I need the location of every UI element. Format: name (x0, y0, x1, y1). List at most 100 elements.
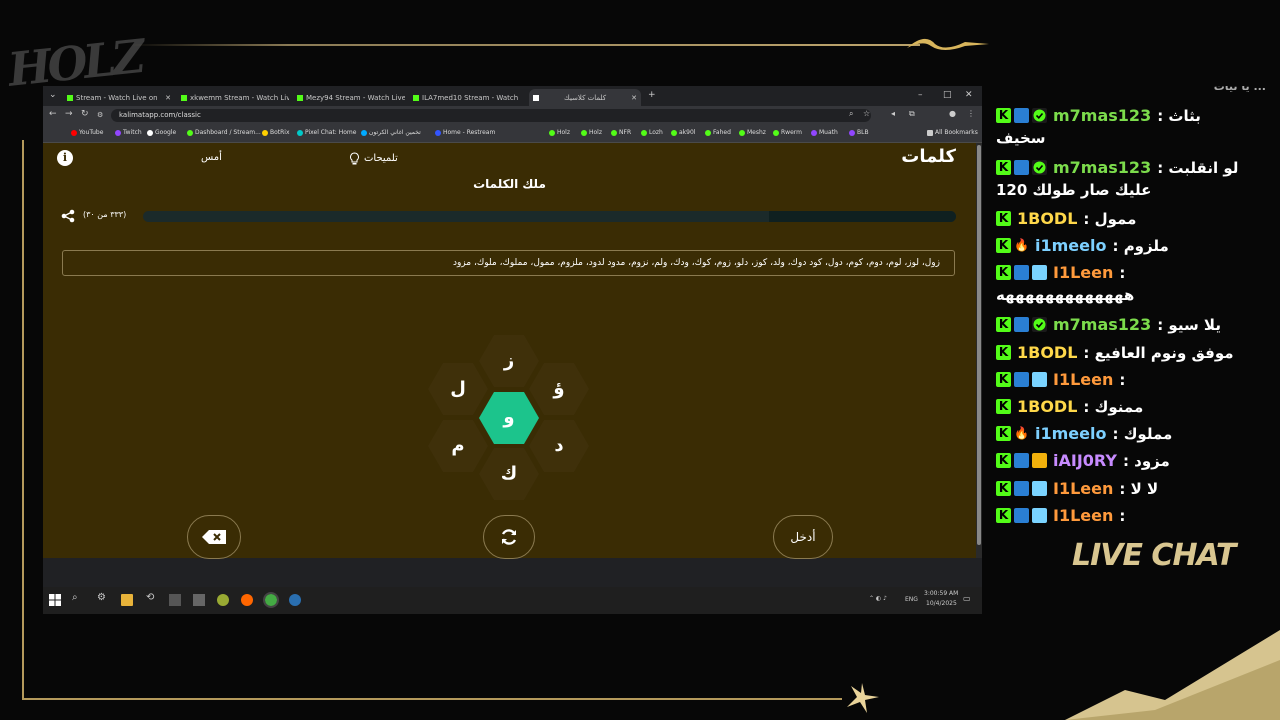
close-icon[interactable]: ✕ (165, 94, 171, 102)
bookmark-meshz[interactable]: Meshz (739, 129, 766, 136)
progress-bar (143, 211, 956, 222)
tab-stream-4[interactable]: ILA7med10 Stream - Watch Live✕ (409, 89, 521, 106)
bookmark-label: Muath (819, 129, 838, 136)
bookmark-star-icon[interactable]: ☆ (863, 109, 870, 118)
app-icon[interactable] (169, 594, 181, 606)
yesterday-button[interactable]: أمس (201, 152, 222, 163)
zoom-icon[interactable]: ⌕ (849, 109, 853, 119)
language-indicator[interactable]: ENG (905, 596, 918, 603)
bookmark-ak90l[interactable]: ak90l (671, 129, 695, 136)
flame-badge-icon: 🔥 (1014, 238, 1029, 252)
bookmark-google[interactable]: Google (147, 129, 176, 136)
chrome-active-icon[interactable] (263, 592, 279, 608)
windows-start-icon[interactable] (49, 594, 61, 606)
chat-username[interactable]: I1Leen (1053, 370, 1113, 389)
chat-username[interactable]: m7mas123 (1053, 158, 1151, 177)
letter-hex-bottom-right[interactable]: د (529, 420, 589, 472)
chat-username[interactable]: m7mas123 (1053, 315, 1151, 334)
steam-icon[interactable] (289, 594, 301, 606)
chat-text: مملوك : (1112, 424, 1173, 443)
info-icon[interactable]: i (57, 150, 73, 166)
reload-icon[interactable]: ↻ (81, 109, 89, 119)
bookmark-label: Pixel Chat: Home (305, 129, 357, 136)
chat-text: بثاث : (1157, 106, 1201, 125)
search-icon[interactable]: ⌕ (72, 592, 78, 603)
chat-message-line: K I1Leen: (996, 506, 1266, 525)
tab-kalimat[interactable]: كلمات كلاسيك ✕ (529, 89, 641, 106)
letter-hex-bottom[interactable]: ك (479, 448, 539, 500)
shuffle-button[interactable] (483, 515, 535, 559)
bookmark-lozh[interactable]: Lozh (641, 129, 663, 136)
extensions-icon[interactable]: ⧉ (909, 109, 915, 119)
enter-button[interactable]: أدخل (773, 515, 833, 559)
site-info-icon[interactable]: ⚙ (97, 111, 103, 119)
chat-username[interactable]: 1BODL (1017, 397, 1077, 416)
menu-icon[interactable]: ⋮ (967, 109, 975, 118)
star-icon (847, 683, 879, 713)
tab-list-icon[interactable]: ⌄ (49, 90, 57, 100)
chat-username[interactable]: I1Leen (1053, 479, 1113, 498)
app-icon[interactable] (193, 594, 205, 606)
bookmark-pixelchat[interactable]: Pixel Chat: Home (297, 129, 356, 136)
file-explorer-icon[interactable] (121, 594, 133, 606)
tray-icons[interactable]: ⌃ ◐ ♪ (869, 595, 887, 602)
bookmark-rwerm[interactable]: Rwerm (773, 129, 802, 136)
bookmark-cartoon[interactable]: تخمين اغاني الكرتون (361, 129, 421, 136)
letter-hex-top-left[interactable]: ل (428, 363, 488, 415)
minimize-icon[interactable]: – (918, 90, 923, 100)
clock-date[interactable]: 10/4/2025 (926, 600, 957, 607)
chat-username[interactable]: 1BODL (1017, 209, 1077, 228)
close-window-icon[interactable]: ✕ (965, 90, 973, 100)
close-icon[interactable]: ✕ (631, 94, 637, 102)
chat-username[interactable]: i1meelo (1035, 236, 1106, 255)
chat-message: K 1BODL ممنوك : (996, 397, 1266, 416)
letter-hex-top[interactable]: ز (479, 335, 539, 387)
bookmark-holz-1[interactable]: Holz (549, 129, 570, 136)
bookmark-nfr[interactable]: NFR (611, 129, 631, 136)
media-icon[interactable]: ◂ (891, 109, 895, 118)
kick-icon (67, 94, 73, 101)
new-tab-icon[interactable]: + (648, 90, 656, 100)
chat-username[interactable]: I1Leen (1053, 506, 1113, 525)
letter-hex-center[interactable]: و (479, 392, 539, 444)
kick-badge-icon: K (996, 265, 1011, 280)
settings-icon[interactable]: ⚙ (97, 592, 106, 603)
url-input[interactable]: kalimatapp.com/classic (111, 109, 871, 122)
bookmark-dashboard[interactable]: Dashboard / Stream... (187, 129, 261, 136)
chat-username[interactable]: i1meelo (1035, 424, 1106, 443)
bookmark-fahed[interactable]: Fahed (705, 129, 731, 136)
tab-stream-1[interactable]: Stream - Watch Live on ✕ (63, 89, 175, 106)
back-icon[interactable]: ← (49, 109, 57, 119)
delete-button[interactable] (187, 515, 241, 559)
app-icon[interactable]: ⟲ (146, 592, 154, 603)
brand-title[interactable]: كلمات (901, 146, 956, 167)
chat-username[interactable]: 1BODL (1017, 343, 1077, 362)
letter-hex-bottom-left[interactable]: م (428, 420, 488, 472)
notification-icon[interactable]: ▭ (963, 594, 971, 603)
hints-button[interactable]: تلميحات (349, 152, 398, 165)
scroll-thumb[interactable] (977, 145, 981, 545)
profile-avatar[interactable]: ● (949, 109, 956, 118)
chat-message: K 🔥 i1meelo مملوك : (996, 424, 1266, 443)
firefox-icon[interactable] (241, 594, 253, 606)
bookmark-twitch[interactable]: Twitch (115, 129, 142, 136)
chat-username[interactable]: m7mas123 (1053, 106, 1151, 125)
letter-hex-top-right[interactable]: ؤ (529, 363, 589, 415)
page-scrollbar[interactable] (976, 143, 982, 558)
maximize-icon[interactable]: □ (943, 90, 952, 100)
chrome-icon[interactable] (217, 594, 229, 606)
bookmark-holz-2[interactable]: Holz (581, 129, 602, 136)
bookmark-blb[interactable]: BLB (849, 129, 869, 136)
clock-time[interactable]: 3:00:59 AM (924, 590, 958, 597)
bookmark-restream[interactable]: Home - Restream (435, 129, 495, 136)
tab-stream-3[interactable]: Mezy94 Stream - Watch Live on✕ (293, 89, 405, 106)
share-icon[interactable] (61, 209, 75, 223)
chat-username[interactable]: I1Leen (1053, 263, 1113, 282)
bookmark-botrix[interactable]: BotRix (262, 129, 290, 136)
forward-icon[interactable]: → (65, 109, 73, 119)
all-bookmarks[interactable]: All Bookmarks (927, 129, 978, 136)
bookmark-muath[interactable]: Muath (811, 129, 838, 136)
tab-stream-2[interactable]: xkwemm Stream - Watch Live on✕ (177, 89, 289, 106)
bookmark-youtube[interactable]: YouTube (71, 129, 103, 136)
chat-username[interactable]: iAIJ0RY (1053, 451, 1117, 470)
